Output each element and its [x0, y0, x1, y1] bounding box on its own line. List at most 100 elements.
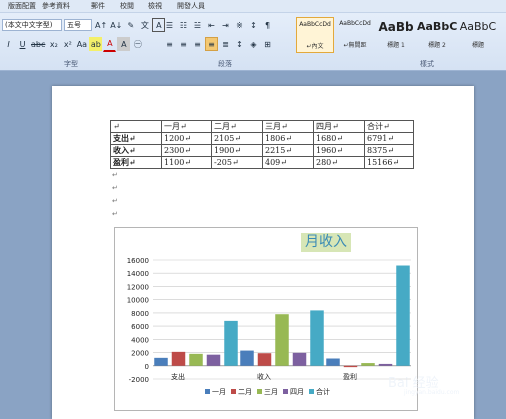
decrease-indent-icon[interactable]: ⇤	[205, 18, 218, 32]
justify-icon[interactable]: ≡	[205, 37, 218, 51]
table-cell[interactable]: 8375↵	[364, 144, 414, 157]
y-tick-label: 6000	[131, 323, 149, 331]
table-cell[interactable]: 15166↵	[364, 156, 414, 169]
sort-icon[interactable]: ↕	[247, 18, 260, 32]
table-cell[interactable]: 三月↵	[262, 120, 314, 133]
table-cell[interactable]: 合计↵	[364, 120, 414, 133]
table-cell[interactable]: -205↵	[211, 156, 263, 169]
table-cell[interactable]: 收入↵	[110, 144, 162, 157]
table-cell[interactable]: 2105↵	[211, 132, 263, 145]
phonetic-icon[interactable]: 文	[138, 18, 151, 32]
style-no-spacing[interactable]: AaBbCcDd ↵無間距	[335, 17, 375, 51]
table-cell[interactable]: 二月↵	[211, 120, 263, 133]
char-shading-icon[interactable]: A	[117, 37, 131, 51]
grow-font-icon[interactable]: A↑	[94, 18, 108, 32]
group-label-paragraph: 段落	[218, 60, 232, 68]
subscript-icon[interactable]: x₂	[47, 37, 60, 51]
table-cell[interactable]: 1200↵	[161, 132, 212, 145]
superscript-icon[interactable]: x²	[61, 37, 74, 51]
y-tick-label: 0	[145, 363, 149, 371]
y-tick-label: 14000	[127, 270, 149, 278]
bar	[240, 350, 254, 366]
table-cell[interactable]: ↵	[110, 120, 162, 133]
table-cell[interactable]: 1960↵	[313, 144, 365, 157]
style-heading-1[interactable]: AaBb 標題 1	[376, 17, 416, 51]
strikethrough-icon[interactable]: abc	[30, 37, 46, 51]
table-cell[interactable]: 1900↵	[211, 144, 263, 157]
table-cell[interactable]: 盈利↵	[110, 156, 162, 169]
table-cell[interactable]: 1100↵	[161, 156, 212, 169]
align-left-icon[interactable]: ≡	[163, 37, 176, 51]
table-cell[interactable]: 409↵	[262, 156, 314, 169]
menu-bar: 版面配置 參考資料 郵件 校閱 檢視 開發人員	[0, 0, 506, 13]
underline-icon[interactable]: U	[16, 37, 29, 51]
shading-icon[interactable]: ◈	[247, 37, 260, 51]
numbering-icon[interactable]: ☷	[177, 18, 190, 32]
bar	[171, 351, 186, 366]
table-cell[interactable]: 四月↵	[313, 120, 365, 133]
table-cell[interactable]: 2215↵	[262, 144, 314, 157]
legend-swatch	[309, 389, 314, 394]
table-cell[interactable]: 支出↵	[110, 132, 162, 145]
style-title[interactable]: AaBbC 標題	[458, 17, 498, 51]
menu-item-review[interactable]: 校閱	[120, 1, 134, 11]
increase-indent-icon[interactable]: ⇥	[219, 18, 232, 32]
legend-swatch	[283, 389, 288, 394]
bar	[206, 354, 221, 366]
shrink-font-icon[interactable]: A↓	[109, 18, 123, 32]
highlight-icon[interactable]: ab	[89, 37, 103, 51]
table-cell[interactable]: 1680↵	[313, 132, 365, 145]
paragraph-row-2: ≡ ≡ ≡ ≡ ≣ ↕ ◈ ⊞	[163, 37, 275, 51]
baidu-watermark-url: jingyan.baidu.com	[404, 389, 460, 396]
style-normal[interactable]: AaBbCcDd ↵內文	[296, 17, 334, 53]
enclose-char-icon[interactable]: ㊀	[131, 37, 144, 51]
y-tick-label: 16000	[127, 257, 149, 265]
asian-layout-icon[interactable]: ※	[233, 18, 246, 32]
menu-item-view[interactable]: 檢視	[148, 1, 162, 11]
style-preview: AaBbC	[459, 20, 497, 33]
bar	[326, 358, 340, 366]
align-right-icon[interactable]: ≡	[191, 37, 204, 51]
show-marks-icon[interactable]: ¶	[261, 18, 274, 32]
menu-item-developer[interactable]: 開發人員	[177, 1, 205, 11]
menu-item-layout[interactable]: 版面配置	[8, 1, 36, 11]
bar	[257, 353, 272, 366]
clear-format-icon[interactable]: ✎	[124, 18, 137, 32]
chart-plot: 16000 14000 12000 10000 8000 6000 4000 2000 0 -20…	[127, 257, 411, 396]
font-row-2: I U abc x₂ x² Aa ab A A ㊀	[2, 37, 145, 52]
align-center-icon[interactable]: ≡	[177, 37, 190, 51]
style-name: ↵無間距	[343, 42, 367, 49]
table-cell[interactable]: 一月↵	[161, 120, 212, 133]
table-row: 收入↵ 2300↵ 1900↵ 2215↵ 1960↵ 8375↵	[110, 144, 414, 157]
bullets-icon[interactable]: ☰	[163, 18, 176, 32]
style-name: ↵內文	[306, 43, 324, 50]
distributed-icon[interactable]: ≣	[219, 37, 232, 51]
font-name-select[interactable]: (本文中文字型)	[2, 19, 62, 31]
font-size-select[interactable]: 五号	[64, 19, 92, 31]
menu-item-references[interactable]: 參考資料	[42, 1, 70, 11]
table-row: 支出↵ 1200↵ 2105↵ 1806↵ 1680↵ 6791↵	[110, 132, 414, 145]
y-tick-label: 2000	[131, 350, 149, 358]
chart[interactable]: 月收入 16000 14000 12000 10000 8000 6000 4000 2000…	[114, 227, 418, 411]
borders-icon[interactable]: ⊞	[261, 37, 274, 51]
italic-icon[interactable]: I	[2, 37, 15, 51]
bar	[224, 320, 238, 366]
multilevel-list-icon[interactable]: ☱	[191, 18, 204, 32]
group-label-styles: 樣式	[420, 60, 434, 68]
table-cell[interactable]: 1806↵	[262, 132, 314, 145]
change-case-icon[interactable]: Aa	[75, 37, 88, 51]
line-spacing-icon[interactable]: ↕	[233, 37, 246, 51]
y-tick-label: -2000	[129, 376, 149, 384]
table-cell[interactable]: 280↵	[313, 156, 365, 169]
table-cell[interactable]: 2300↵	[161, 144, 212, 157]
menu-item-mailings[interactable]: 郵件	[91, 1, 105, 11]
bar	[292, 352, 307, 366]
style-gallery: AaBbCcDd ↵內文 AaBbCcDd ↵無間距 AaBb 標題 1 AaB…	[296, 17, 506, 53]
table-cell[interactable]: 6791↵	[364, 132, 414, 145]
style-heading-2[interactable]: AaBbC 標題 2	[417, 17, 457, 51]
x-tick-label: 盈利	[343, 372, 357, 381]
font-color-icon[interactable]: A	[103, 37, 117, 52]
document-page[interactable]: ↵ 一月↵ 二月↵ 三月↵ 四月↵ 合计↵ 支出↵ 1200↵ 2105↵ 18…	[52, 86, 474, 419]
y-tick-label: 4000	[131, 336, 149, 344]
bar	[189, 353, 203, 366]
